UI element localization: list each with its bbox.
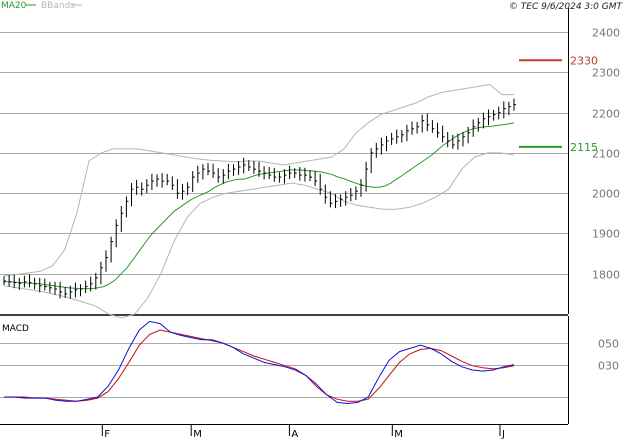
month-label: M [394,429,403,440]
copyright-text: © TEC 9/6/2024 3:0 GMT [509,2,624,12]
stock-chart: 23302115 1800190020002100220023002400 05… [0,1,624,440]
main-y-tick-label: 1800 [592,269,620,282]
month-label: J [501,429,505,440]
macd-panel [0,316,568,424]
macd-y-tick-label: 050 [598,338,619,351]
main-y-tick-label: 2100 [592,148,620,161]
legend-bbands-label: BBands [41,1,75,11]
main-y-tick-label: 2300 [592,67,620,80]
main-y-tick-label: 2000 [592,188,620,201]
legend: MA20 BBands [1,1,82,11]
month-label: F [104,429,110,440]
chart-root: 2330 2115 1800 1900 2000 2100 2200 2300 2400 05… [0,0,627,440]
main-y-tick-label: 1900 [592,228,620,241]
month-label: M [193,429,202,440]
month-axis: FMAMJ [101,424,505,440]
main-y-tick-label: 2400 [592,27,620,40]
main-panel [0,8,568,314]
month-label: A [291,429,298,440]
macd-y-ticks: 050 030 [598,338,619,373]
legend-ma20-label: MA20 [1,1,27,11]
macd-y-tick-label: 030 [598,360,619,373]
level-label-resistance: 2330 [570,54,598,67]
main-y-tick-label: 2200 [592,108,620,121]
macd-panel-title: MACD [2,324,29,334]
